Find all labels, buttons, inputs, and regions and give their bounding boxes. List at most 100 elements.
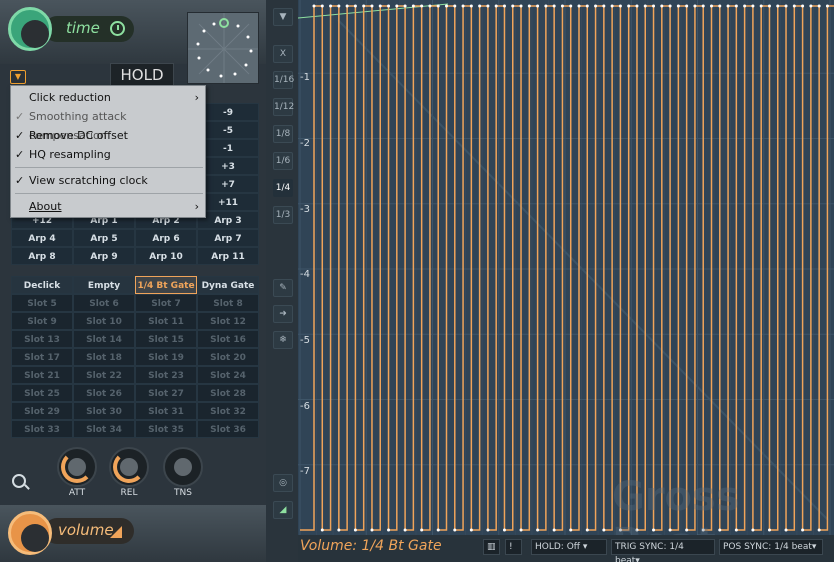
arp-preset[interactable]: Arp 8 (11, 247, 73, 265)
slot-dyna-gate[interactable]: Dyna Gate (197, 276, 259, 294)
grid-button-1-6[interactable]: 1/6 (273, 152, 293, 170)
slot-cell[interactable]: Slot 14 (73, 330, 135, 348)
envelope-graph[interactable] (297, 0, 834, 535)
slot-cell[interactable]: Slot 31 (135, 402, 197, 420)
envelope-point (552, 528, 556, 532)
pitch-preset[interactable]: +11 (197, 193, 259, 211)
slot-cell[interactable]: Slot 33 (11, 420, 73, 438)
time-knob[interactable] (8, 7, 52, 51)
hold-button[interactable]: HOLD (110, 63, 174, 87)
menu-item-smoothing-attack-compensation[interactable]: ✓ Smoothing attack compensation (11, 107, 205, 142)
slot-cell[interactable]: Slot 32 (197, 402, 259, 420)
arp-preset[interactable]: Arp 10 (135, 247, 197, 265)
slot-cell[interactable]: Slot 29 (11, 402, 73, 420)
check-icon: ✓ (15, 148, 25, 161)
arp-preset[interactable]: Arp 3 (197, 211, 259, 229)
slot-cell[interactable]: Slot 35 (135, 420, 197, 438)
slot-cell[interactable]: Slot 15 (135, 330, 197, 348)
envelope-svg[interactable] (297, 0, 834, 535)
slot-cell[interactable]: Slot 7 (135, 294, 197, 312)
hold-sync-select[interactable]: HOLD: Off ▾ (531, 539, 607, 555)
envelope-point (610, 4, 614, 8)
slot-cell[interactable]: Slot 17 (11, 348, 73, 366)
piano-icon[interactable]: ▥ (483, 539, 500, 555)
target-icon[interactable]: ◎ (273, 474, 293, 492)
envelope-point (353, 528, 357, 532)
slot-cell[interactable]: Slot 16 (197, 330, 259, 348)
grid-button-1-12[interactable]: 1/12 (273, 98, 294, 116)
menu-item-view-scratching-clock[interactable]: ✓ View scratching clock (11, 171, 205, 190)
slot-cell[interactable]: Slot 18 (73, 348, 135, 366)
tns-knob[interactable] (163, 447, 203, 487)
envelope-point (660, 4, 664, 8)
slot-cell[interactable]: Slot 23 (135, 366, 197, 384)
slot-cell[interactable]: Slot 19 (135, 348, 197, 366)
check-icon: ✓ (15, 129, 25, 142)
pos-sync-select[interactable]: POS SYNC: 1/4 beat▾ (719, 539, 823, 555)
pitch-preset[interactable]: -9 (197, 103, 259, 121)
slot-cell[interactable]: Slot 28 (197, 384, 259, 402)
arp-preset[interactable]: Arp 5 (73, 229, 135, 247)
pencil-icon[interactable]: ✎ (273, 279, 293, 297)
grid-button-x[interactable]: X (273, 45, 293, 63)
slot-cell[interactable]: Slot 12 (197, 312, 259, 330)
arp-preset[interactable]: Arp 4 (11, 229, 73, 247)
arp-preset[interactable]: Arp 6 (135, 229, 197, 247)
slot-quarter-beat-gate[interactable]: 1/4 Bt Gate (135, 276, 197, 294)
slot-cell[interactable]: Slot 36 (197, 420, 259, 438)
rel-knob[interactable] (109, 447, 149, 487)
att-knob[interactable] (57, 447, 97, 487)
slot-empty[interactable]: Empty (73, 276, 135, 294)
slot-cell[interactable]: Slot 26 (73, 384, 135, 402)
slot-declick[interactable]: Declick (11, 276, 73, 294)
grid-button-1-16[interactable]: 1/16 (273, 71, 294, 89)
pitch-preset[interactable]: +3 (197, 157, 259, 175)
slot-cell[interactable]: Slot 20 (197, 348, 259, 366)
envelope-point (362, 4, 366, 8)
slot-cell[interactable]: Slot 25 (11, 384, 73, 402)
envelope-point (320, 528, 324, 532)
slot-cell[interactable]: Slot 10 (73, 312, 135, 330)
trig-sync-select[interactable]: TRIG SYNC: 1/4 beat▾ (611, 539, 715, 562)
options-dropdown-button[interactable]: ▼ (10, 70, 26, 84)
slot-cell[interactable]: Slot 8 (197, 294, 259, 312)
arp-preset[interactable]: Arp 11 (197, 247, 259, 265)
slot-cell[interactable]: Slot 24 (197, 366, 259, 384)
menu-item-hq-resampling[interactable]: ✓ HQ resampling (11, 145, 205, 164)
arp-preset[interactable]: Arp 7 (197, 229, 259, 247)
grid-button-1-4[interactable]: 1/4 (273, 179, 293, 197)
slot-cell[interactable]: Slot 27 (135, 384, 197, 402)
pos-sync-value: 1/4 beat (774, 542, 812, 552)
slot-cell[interactable]: Slot 5 (11, 294, 73, 312)
arrow-right-icon[interactable]: ➜ (273, 305, 293, 323)
menu-item-click-reduction[interactable]: Click reduction › (11, 88, 205, 107)
slot-cell[interactable]: Slot 22 (73, 366, 135, 384)
triangle-icon[interactable]: ◢ (273, 501, 293, 519)
arp-preset[interactable]: Arp 9 (73, 247, 135, 265)
one-shot-button[interactable]: ! (505, 539, 522, 555)
pitch-preset[interactable]: -5 (197, 121, 259, 139)
envelope-point (494, 4, 498, 8)
envelope-point (403, 528, 407, 532)
volume-knob[interactable] (8, 511, 52, 555)
slot-cell[interactable]: Slot 34 (73, 420, 135, 438)
slot-cell[interactable]: Slot 30 (73, 402, 135, 420)
pitch-preset[interactable]: +7 (197, 175, 259, 193)
slot-cell[interactable]: Slot 13 (11, 330, 73, 348)
slot-cell[interactable]: Slot 9 (11, 312, 73, 330)
pitch-preset[interactable]: -1 (197, 139, 259, 157)
grid-button-1-8[interactable]: 1/8 (273, 125, 293, 143)
slot-cell[interactable]: Slot 21 (11, 366, 73, 384)
clock-icon[interactable] (110, 21, 125, 36)
grid-button-1-3[interactable]: 1/3 (273, 206, 293, 224)
scratching-clock[interactable] (187, 12, 259, 84)
strip-menu-button[interactable]: ▼ (273, 8, 293, 26)
slot-cell[interactable]: Slot 6 (73, 294, 135, 312)
menu-item-remove-dc-offset[interactable]: ✓ Remove DC offset (11, 126, 205, 145)
envelope-point (602, 528, 606, 532)
menu-item-about[interactable]: About › (11, 197, 205, 216)
zoom-icon[interactable] (12, 474, 26, 488)
snowflake-icon[interactable]: ❄ (273, 331, 293, 349)
slot-cell[interactable]: Slot 11 (135, 312, 197, 330)
envelope-point (751, 4, 755, 8)
